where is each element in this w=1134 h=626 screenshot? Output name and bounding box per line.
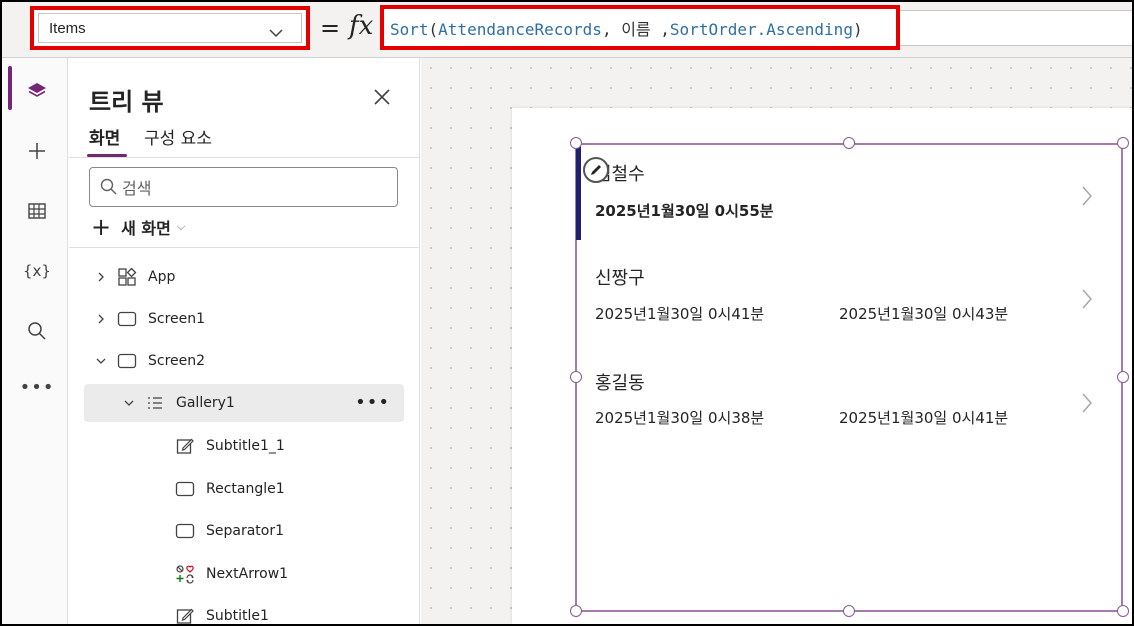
row-time-in[interactable]: 2025년1월30일 0시38분 (595, 407, 764, 428)
new-screen-button[interactable]: + 새 화면 ⌵ (91, 215, 185, 239)
tree-item-label: Gallery1 (176, 395, 235, 411)
tree-item-gallery1[interactable]: Gallery1 ••• (84, 384, 404, 422)
search-icon[interactable] (24, 318, 50, 344)
more-options-icon[interactable]: ••• (355, 392, 390, 413)
formula-bar: Items = fx Sort(AttendanceRecords, 이름 ,S… (2, 2, 1132, 58)
resize-handle-top[interactable] (843, 137, 855, 149)
icons-icon (174, 563, 196, 585)
formula-separator: , (650, 20, 670, 39)
tree-item-separator1[interactable]: Separator1 (84, 512, 404, 550)
more-icon[interactable]: ••• (20, 374, 54, 400)
search-placeholder: 검색 (122, 179, 152, 198)
chevron-right-icon[interactable] (94, 312, 108, 326)
edit-text-icon (174, 435, 196, 457)
search-input[interactable]: 검색 (89, 167, 398, 207)
variables-icon[interactable]: {x} (23, 258, 51, 284)
equals-sign: = (320, 14, 341, 42)
divider (69, 157, 420, 158)
formula-input[interactable]: Sort(AttendanceRecords, 이름 ,SortOrder.As… (380, 5, 900, 50)
tree-item-screen1[interactable]: Screen1 (84, 300, 404, 338)
screen-icon (116, 308, 138, 330)
selected-row-indicator (576, 146, 581, 240)
tree-view-panel: 트리 뷰 화면 구성 요소 검색 + 새 화면 ⌵ App Screen1 Sc… (69, 58, 420, 624)
tree-item-label: NextArrow1 (206, 566, 289, 582)
row-name[interactable]: 신짱구 (595, 264, 645, 290)
insert-plus-icon[interactable] (24, 138, 50, 164)
rail-active-indicator (8, 66, 12, 110)
row-time-in[interactable]: 2025년1월30일 0시41분 (595, 303, 764, 324)
edit-pencil-icon[interactable] (583, 157, 609, 183)
row-time-out[interactable]: 2025년1월30일 0시41분 (839, 407, 1008, 428)
formula-arg-order: SortOrder.Ascending (669, 20, 853, 39)
chevron-down-icon[interactable] (122, 396, 136, 410)
tree-item-subtitle1[interactable]: Subtitle1 (84, 597, 404, 626)
search-icon (100, 178, 117, 195)
divider (69, 247, 420, 248)
close-icon[interactable] (371, 86, 393, 108)
resize-handle-bottom-right[interactable] (1117, 605, 1129, 617)
chevron-down-icon (269, 29, 283, 38)
next-arrow-icon[interactable] (1080, 392, 1094, 414)
app-icon (116, 266, 138, 288)
property-value: Items (49, 19, 86, 37)
chevron-down-icon: ⌵ (176, 220, 186, 233)
row-time-in[interactable]: 2025년1월30일 0시55분 (595, 200, 774, 221)
next-arrow-icon[interactable] (1080, 185, 1094, 207)
tree-item-subtitle1-1[interactable]: Subtitle1_1 (84, 427, 404, 465)
tree-item-label: Screen2 (148, 353, 206, 369)
formula-function: Sort (390, 20, 429, 39)
screen-icon (116, 350, 138, 372)
tree-item-label: App (148, 269, 176, 285)
resize-handle-bottom-left[interactable] (570, 605, 582, 617)
gallery-icon (144, 392, 166, 414)
formula-separator: , (601, 20, 622, 39)
new-screen-label: 새 화면 (121, 219, 171, 238)
layers-icon[interactable] (24, 78, 50, 104)
formula-arg-source: AttendanceRecords (438, 20, 602, 39)
data-table-icon[interactable] (24, 198, 50, 224)
chevron-down-icon[interactable] (94, 354, 108, 368)
tree-item-label: Separator1 (206, 523, 285, 539)
tab-screens[interactable]: 화면 (89, 124, 120, 149)
tree-item-screen2[interactable]: Screen2 (84, 342, 404, 380)
resize-handle-top-right[interactable] (1117, 137, 1129, 149)
property-dropdown[interactable]: Items (30, 6, 310, 50)
resize-handle-bottom[interactable] (843, 605, 855, 617)
panel-title: 트리 뷰 (89, 88, 164, 116)
tree-item-label: Rectangle1 (206, 481, 285, 497)
edit-text-icon (174, 605, 196, 626)
row-time-out[interactable]: 2025년1월30일 0시43분 (839, 303, 1008, 324)
tab-components[interactable]: 구성 요소 (144, 124, 212, 149)
rectangle-icon (174, 520, 196, 542)
next-arrow-icon[interactable] (1080, 288, 1094, 310)
resize-handle-right[interactable] (1117, 371, 1129, 383)
fx-icon[interactable]: fx (349, 11, 373, 41)
rectangle-icon (174, 478, 196, 500)
formula-close-paren: ) (852, 20, 863, 39)
tree-item-nextarrow1[interactable]: NextArrow1 (84, 555, 404, 593)
formula-text: Sort(AttendanceRecords, 이름 ,SortOrder.As… (390, 16, 863, 40)
resize-handle-left[interactable] (570, 371, 582, 383)
formula-open-paren: ( (428, 20, 439, 39)
plus-icon: + (91, 213, 112, 241)
formula-arg-column: 이름 (621, 20, 651, 39)
tree-item-label: Screen1 (148, 311, 206, 327)
chevron-right-icon[interactable] (94, 270, 108, 284)
tree-item-rectangle1[interactable]: Rectangle1 (84, 470, 404, 508)
tree-item-label: Subtitle1 (206, 608, 269, 624)
tree-item-app[interactable]: App (84, 258, 404, 296)
tree-item-label: Subtitle1_1 (206, 438, 285, 454)
resize-handle-top-left[interactable] (570, 137, 582, 149)
row-name[interactable]: 홍길동 (595, 369, 645, 395)
formula-input-extension[interactable] (900, 10, 1132, 46)
